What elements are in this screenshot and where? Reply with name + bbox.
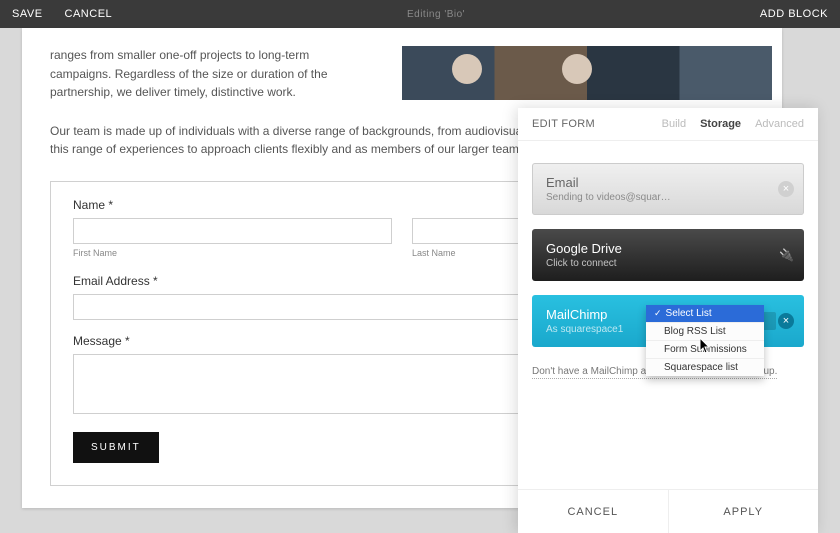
panel-apply-button[interactable]: APPLY — [669, 490, 819, 533]
email-card-sub: Sending to videos@squar… — [546, 192, 790, 203]
panel-tabs: Build Storage Advanced — [662, 118, 804, 130]
dropdown-selected[interactable]: Select List — [646, 305, 764, 322]
add-block-button[interactable]: ADD BLOCK — [760, 8, 828, 20]
mailchimp-card-remove-icon[interactable]: × — [778, 313, 794, 329]
cancel-top-button[interactable]: CANCEL — [65, 8, 113, 20]
panel-header: EDIT FORM Build Storage Advanced — [518, 108, 818, 141]
edit-form-panel: EDIT FORM Build Storage Advanced Email S… — [518, 108, 818, 533]
editor-topbar: SAVE CANCEL Editing 'Bio' ADD BLOCK — [0, 0, 840, 28]
team-photo — [402, 46, 772, 100]
save-button[interactable]: SAVE — [12, 8, 43, 20]
dropdown-option-1[interactable]: Form Submissions — [646, 340, 764, 358]
panel-cancel-button[interactable]: CANCEL — [518, 490, 669, 533]
dropdown-option-0[interactable]: Blog RSS List — [646, 322, 764, 340]
email-card-title: Email — [546, 175, 790, 190]
panel-title: EDIT FORM — [532, 118, 595, 130]
storage-drive-card[interactable]: Google Drive Click to connect 🔌 — [532, 229, 804, 281]
first-name-sublabel: First Name — [73, 248, 392, 258]
mailchimp-list-dropdown[interactable]: Select List Blog RSS List Form Submissio… — [646, 305, 764, 376]
tab-advanced[interactable]: Advanced — [755, 118, 804, 130]
panel-footer: CANCEL APPLY — [518, 489, 818, 533]
submit-button[interactable]: SUBMIT — [73, 432, 159, 463]
storage-email-card[interactable]: Email Sending to videos@squar… × — [532, 163, 804, 215]
email-card-remove-icon[interactable]: × — [778, 181, 794, 197]
tab-storage[interactable]: Storage — [700, 118, 741, 130]
panel-body: Email Sending to videos@squar… × Google … — [518, 141, 818, 489]
dropdown-option-2[interactable]: Squarespace list — [646, 358, 764, 376]
drive-card-title: Google Drive — [546, 241, 790, 256]
tab-build[interactable]: Build — [662, 118, 686, 130]
first-name-input[interactable] — [73, 218, 392, 244]
plug-icon: 🔌 — [779, 248, 794, 262]
drive-card-sub: Click to connect — [546, 258, 790, 269]
bio-paragraph-1: ranges from smaller one-off projects to … — [50, 46, 370, 102]
editing-status: Editing 'Bio' — [112, 9, 760, 20]
